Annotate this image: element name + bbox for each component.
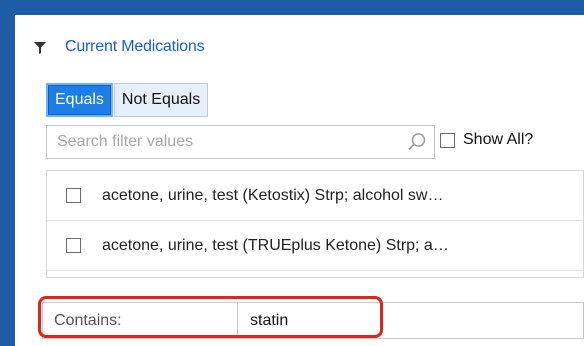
funnel-icon [34, 41, 46, 54]
filter-panel: Current Medications Equals Not Equals Sh… [15, 15, 584, 346]
filter-title[interactable]: Current Medications [65, 38, 205, 56]
show-all-label: Show All? [463, 131, 534, 148]
list-item-checkbox[interactable] [66, 188, 81, 203]
contains-label: Contains: [42, 302, 238, 339]
list-item[interactable]: acetone, urine, test (TRUEplus Ketone) S… [47, 221, 583, 271]
filter-values-list[interactable]: acetone, urine, test (Ketostix) Strp; al… [46, 170, 584, 278]
show-all-checkbox[interactable] [440, 132, 455, 148]
equals-button[interactable]: Equals [46, 83, 113, 117]
match-mode-toggle: Equals Not Equals [46, 83, 209, 117]
list-item-label: acetone, urine, test (TRUEplus Ketone) S… [102, 236, 449, 254]
contains-input[interactable] [238, 302, 584, 339]
list-item-checkbox[interactable] [66, 238, 81, 253]
contains-row: Contains: [42, 302, 584, 339]
filter-header[interactable]: Current Medications [34, 37, 205, 57]
not-equals-button[interactable]: Not Equals [113, 83, 209, 117]
list-item[interactable]: acetone, urine, test (Ketostix) Strp; al… [47, 171, 583, 221]
list-item-label: acetone, urine, test (Ketostix) Strp; al… [102, 186, 444, 204]
window-frame: Current Medications Equals Not Equals Sh… [0, 0, 584, 346]
search-field [46, 125, 435, 159]
show-all-toggle[interactable]: Show All? [440, 131, 533, 149]
search-input[interactable] [47, 127, 406, 157]
search-icon[interactable] [406, 131, 428, 153]
